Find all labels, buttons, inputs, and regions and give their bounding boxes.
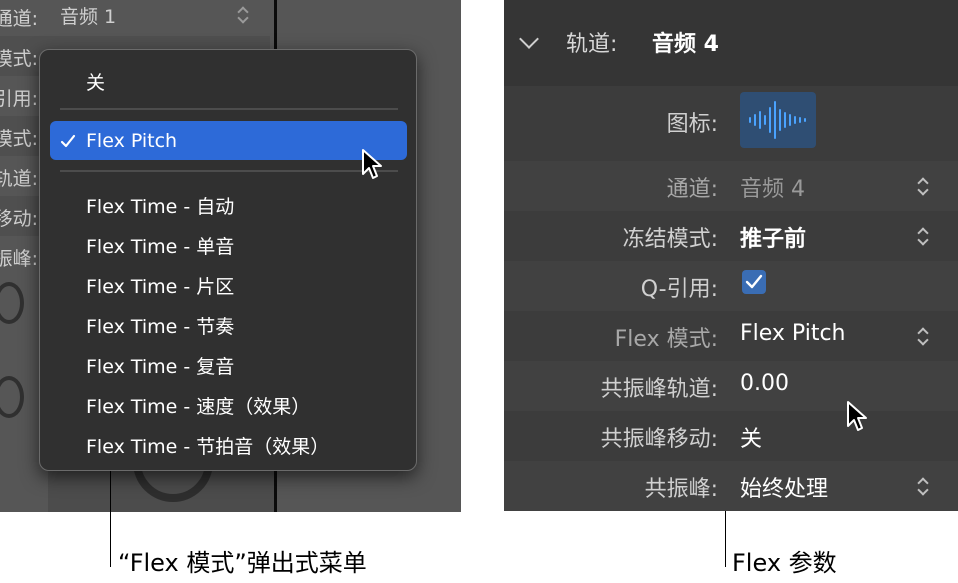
menu-item-flex-time[interactable]: Flex Time - 节拍音（效果） bbox=[86, 432, 329, 459]
left-row-label: 引用: bbox=[0, 88, 38, 110]
menu-item-flex-pitch[interactable]: Flex Pitch bbox=[86, 130, 177, 152]
mouse-pointer-icon bbox=[362, 149, 382, 179]
stepper-icon[interactable] bbox=[918, 327, 928, 345]
mouse-pointer-icon bbox=[847, 401, 867, 431]
channel-value: 音频 4 bbox=[740, 177, 805, 202]
menu-separator bbox=[60, 170, 398, 172]
left-row-label: 模式: bbox=[0, 48, 38, 70]
flex-mode-label: Flex 模式: bbox=[614, 327, 718, 352]
caption-flex-parameters: Flex 参数 bbox=[732, 549, 837, 577]
left-row-label: 模式: bbox=[0, 128, 38, 150]
stepper-icon[interactable] bbox=[238, 6, 248, 24]
menu-item-flex-time[interactable]: Flex Time - 自动 bbox=[86, 192, 234, 219]
formant-track-label: 共振峰轨道: bbox=[600, 377, 718, 402]
formant-shift-value[interactable]: 关 bbox=[740, 421, 762, 453]
chevron-down-icon[interactable] bbox=[519, 29, 539, 49]
stepper-icon[interactable] bbox=[918, 477, 928, 495]
left-row-label: 振峰: bbox=[0, 248, 38, 270]
flex-mode-popup-menu: 关 Flex Pitch Flex Time - 自动 Flex Time - … bbox=[39, 49, 417, 471]
left-row-channel: 通道: 音频 1 bbox=[0, 0, 270, 36]
menu-item-flex-time[interactable]: Flex Time - 单音 bbox=[86, 232, 234, 259]
checkmark-icon bbox=[745, 274, 763, 289]
formant-shift-label: 共振峰移动: bbox=[600, 427, 718, 452]
left-row-label: 移动: bbox=[0, 208, 38, 230]
row-flex-mode[interactable]: Flex 模式: Flex Pitch bbox=[504, 311, 958, 361]
header-label: 轨道: bbox=[566, 32, 618, 57]
waveform-icon bbox=[749, 101, 806, 139]
formant-label: 共振峰: bbox=[644, 477, 718, 502]
channel-label: 通道: bbox=[666, 177, 718, 202]
freeze-value: 推子前 bbox=[740, 227, 807, 252]
formant-track-value[interactable]: 0.00 bbox=[740, 371, 789, 396]
qref-label: Q-引用: bbox=[640, 277, 718, 302]
caption-flex-mode-popup: “Flex 模式”弹出式菜单 bbox=[118, 549, 367, 577]
leader-line bbox=[725, 511, 726, 567]
inspector-header[interactable]: 轨道: 音频 4 bbox=[504, 0, 958, 86]
q-reference-checkbox[interactable] bbox=[742, 270, 766, 294]
icon-label: 图标: bbox=[666, 112, 718, 137]
left-row-value: 音频 1 bbox=[60, 6, 117, 28]
flex-mode-value: Flex Pitch bbox=[740, 321, 846, 346]
row-formant-shift[interactable]: 共振峰移动: 关 bbox=[504, 411, 958, 461]
left-screenshot: 通道: 音频 1 模式: 引用: 模式: 轨道: 移动: 振峰: 关 Flex … bbox=[0, 0, 461, 512]
freeze-label: 冻结模式: bbox=[622, 227, 718, 252]
menu-item-off[interactable]: 关 bbox=[86, 68, 105, 95]
left-row-label: 通道: bbox=[0, 8, 38, 30]
knob-fragment bbox=[0, 282, 24, 324]
menu-separator bbox=[60, 108, 398, 110]
formant-value: 始终处理 bbox=[740, 477, 829, 502]
checkmark-icon bbox=[60, 134, 76, 148]
header-title: 音频 4 bbox=[652, 32, 719, 57]
right-screenshot: 轨道: 音频 4 图标: 通道: 音频 4 冻结模式: 推子前 Q-引用: Fl… bbox=[504, 0, 958, 511]
row-q-reference: Q-引用: bbox=[504, 261, 958, 311]
menu-item-flex-time[interactable]: Flex Time - 复音 bbox=[86, 352, 234, 379]
row-freeze-mode[interactable]: 冻结模式: 推子前 bbox=[504, 211, 958, 261]
track-icon-button[interactable] bbox=[740, 92, 816, 148]
knob-fragment bbox=[0, 376, 24, 418]
row-icon: 图标: bbox=[504, 92, 958, 148]
row-formant[interactable]: 共振峰: 始终处理 bbox=[504, 461, 958, 511]
menu-item-flex-time[interactable]: Flex Time - 节奏 bbox=[86, 312, 234, 339]
row-channel[interactable]: 通道: 音频 4 bbox=[504, 161, 958, 211]
left-row-label: 轨道: bbox=[0, 168, 38, 190]
stepper-icon[interactable] bbox=[918, 227, 928, 245]
leader-line bbox=[110, 471, 111, 567]
menu-item-flex-time[interactable]: Flex Time - 片区 bbox=[86, 272, 234, 299]
stepper-icon[interactable] bbox=[918, 177, 928, 195]
menu-item-flex-time[interactable]: Flex Time - 速度（效果） bbox=[86, 392, 310, 419]
row-formant-track[interactable]: 共振峰轨道: 0.00 bbox=[504, 361, 958, 411]
